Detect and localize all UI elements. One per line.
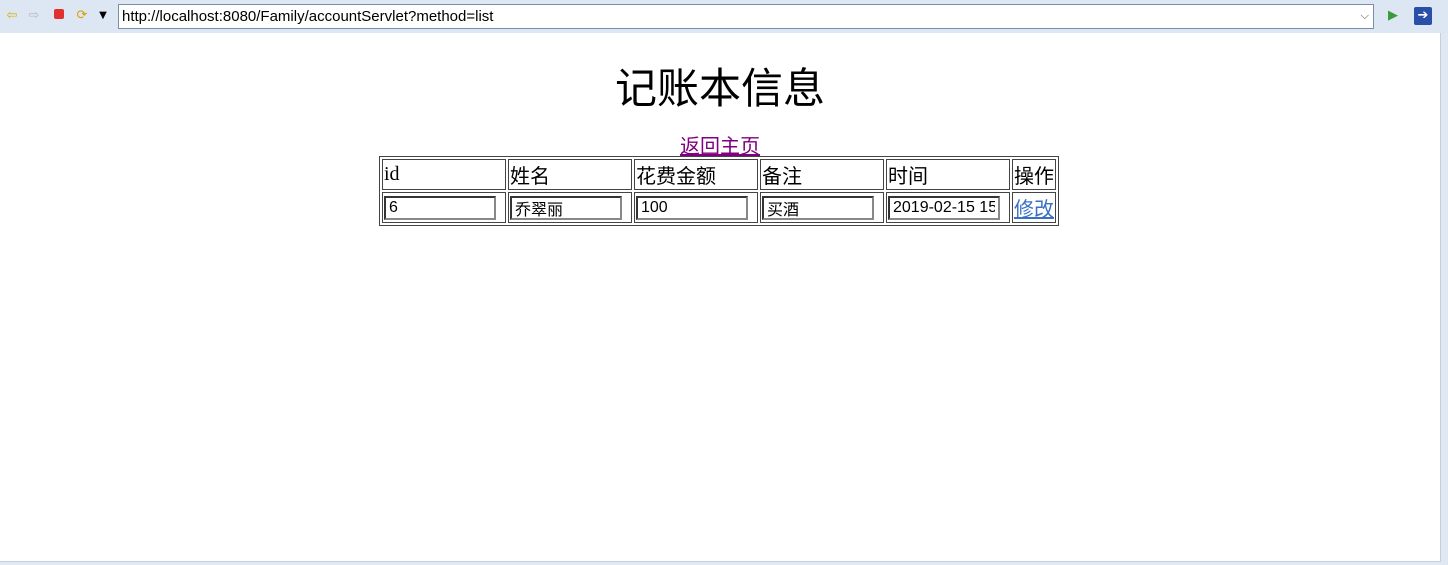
time-field[interactable] <box>888 195 1000 220</box>
dropdown-icon[interactable]: ▼ <box>96 9 110 23</box>
url-bar[interactable]: ⌵ <box>118 4 1374 29</box>
name-field[interactable] <box>510 195 622 220</box>
header-id: id <box>382 159 506 190</box>
page-title: 记账本信息 <box>614 67 825 113</box>
header-action: 操作 <box>1012 159 1056 190</box>
table-header-row: id 姓名 花费金额 备注 时间 操作 <box>382 159 1056 190</box>
home-link[interactable]: 返回主页 <box>680 136 760 158</box>
open-external-icon[interactable]: ➔ <box>1414 7 1432 25</box>
note-field[interactable] <box>762 195 874 220</box>
go-icon[interactable]: ▶ <box>1386 9 1400 23</box>
refresh-icon[interactable]: ⟳ <box>75 9 89 23</box>
stop-icon[interactable] <box>52 9 66 23</box>
header-name: 姓名 <box>508 159 632 190</box>
chevron-down-icon[interactable]: ⌵ <box>1361 9 1369 23</box>
header-note: 备注 <box>760 159 884 190</box>
header-time: 时间 <box>886 159 1010 190</box>
table-row: 修改 <box>382 192 1056 223</box>
browser-toolbar: ⇦ ⇨ ⟳ ▼ ⌵ ▶ ➔ <box>0 0 1448 33</box>
page-content: 记账本信息 返回主页 id 姓名 花费金额 备注 时间 操作 修改 <box>0 33 1441 562</box>
header-amount: 花费金额 <box>634 159 758 190</box>
url-input[interactable] <box>122 7 1342 26</box>
account-table: id 姓名 花费金额 备注 时间 操作 修改 <box>379 156 1059 226</box>
amount-field[interactable] <box>636 195 748 220</box>
id-field[interactable] <box>384 195 496 220</box>
back-icon[interactable]: ⇦ <box>5 9 19 23</box>
edit-link[interactable]: 修改 <box>1014 199 1054 221</box>
forward-icon[interactable]: ⇨ <box>27 9 41 23</box>
